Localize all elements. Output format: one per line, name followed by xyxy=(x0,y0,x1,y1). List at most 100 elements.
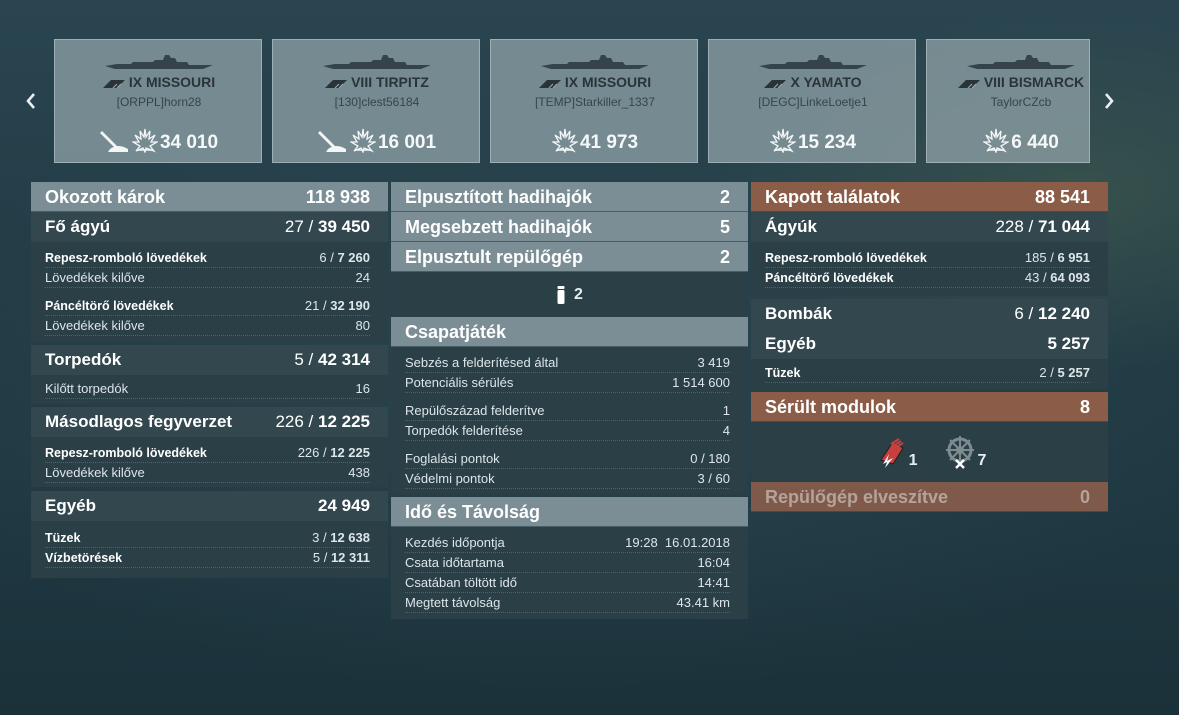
other-dealt-details: Tüzek 3 / 12 638 Vízbetörések 5 / 12 311 xyxy=(31,521,388,578)
ship-name: TIRPITZ xyxy=(376,74,429,90)
fire-hit-icon xyxy=(981,127,1011,158)
ship-damage-value: 15 234 xyxy=(797,131,857,153)
main-he-row: Repesz-romboló lövedékek 6 / 7 260 xyxy=(45,248,370,268)
other-dealt-value: 24 949 xyxy=(318,496,370,515)
torpedoes-details: Kilőtt torpedók 16 xyxy=(31,375,388,404)
defense-points-row: Védelmi pontok 3 / 60 xyxy=(405,469,730,489)
damaged-ships-row: Megsebzett hadihajók 5 xyxy=(391,212,748,242)
damage-dealt-header: Okozott károk 118 938 xyxy=(31,182,388,212)
battleship-class-icon xyxy=(102,76,125,92)
ship-title: VIII TIRPITZ xyxy=(273,74,481,92)
ship-name: MISSOURI xyxy=(145,74,216,90)
ribbon-line: 2 xyxy=(391,272,748,317)
fires-dealt-row: Tüzek 3 / 12 638 xyxy=(45,528,370,548)
spotting-damage-row: Sebzés a felderítésed által 3 419 xyxy=(405,353,730,373)
other-received-details: Tüzek 2 / 5 257 xyxy=(751,359,1108,389)
ship-damage-row: 15 234 xyxy=(709,127,917,158)
damage-dealt-value: 118 938 xyxy=(305,186,370,207)
player-name: [DEGC]LinkeLoetje1 xyxy=(758,95,868,109)
ship-tier: IX xyxy=(128,74,143,90)
ship-tier: VIII xyxy=(983,74,1005,90)
torpedoes-value: 5 / 42 314 xyxy=(294,350,370,369)
battleship-class-icon xyxy=(325,76,348,92)
guns-received-details: Repesz-romboló lövedékek 185 / 6 951 Pán… xyxy=(751,242,1108,296)
main-guns-details: Repesz-romboló lövedékek 6 / 7 260 Löved… xyxy=(31,242,388,342)
battleship-class-icon xyxy=(957,76,980,92)
fire-hit-icon xyxy=(130,127,160,158)
player-name: TaylorCZcb xyxy=(990,95,1052,109)
next-arrow-button[interactable] xyxy=(1098,88,1120,114)
torpedoes-spotted-row: Torpedók felderítése 4 xyxy=(405,421,730,441)
main-ap-fired-row: Lövedékek kilőve 80 xyxy=(45,316,370,336)
previous-arrow-button[interactable] xyxy=(20,88,42,114)
ship-damage-value: 34 010 xyxy=(159,131,219,153)
player-name: [TEMP]Starkiller_1337 xyxy=(534,95,656,109)
ship-tier: IX xyxy=(564,74,579,90)
ship-damage-row: 41 973 xyxy=(491,127,699,158)
flooding-dealt-row: Vízbetörések 5 / 12 311 xyxy=(45,548,370,568)
ship-card[interactable]: VIII BISMARCK TaylorCZcb 6 440 xyxy=(926,39,1090,163)
damage-dealt-label: Okozott károk xyxy=(45,186,166,207)
ship-tier: X xyxy=(790,74,800,90)
main-guns-label: Fő ágyú xyxy=(45,217,111,236)
destroyed-ships-row: Elpusztított hadihajók 2 xyxy=(391,182,748,212)
capture-points-row: Foglalási pontok 0 / 180 xyxy=(405,449,730,469)
secondary-section: Másodlagos fegyverzet 226 / 12 225 xyxy=(31,407,388,437)
ship-damage-value: 16 001 xyxy=(377,131,437,153)
ship-name: YAMATO xyxy=(803,74,862,90)
he-received-row: Repesz-romboló lövedékek 185 / 6 951 xyxy=(765,248,1090,268)
ship-damage-row: 6 440 xyxy=(927,127,1089,158)
ship-title: X YAMATO xyxy=(709,74,917,92)
secondary-he-row: Repesz-romboló lövedékek 226 / 12 225 xyxy=(45,443,370,463)
ship-card[interactable]: VIII TIRPITZ [130]clest56184 16 001 xyxy=(272,39,480,163)
player-name: [130]clest56184 xyxy=(334,95,420,109)
ship-card[interactable]: X YAMATO [DEGC]LinkeLoetje1 15 234 xyxy=(708,39,916,163)
squadrons-spotted-row: Repülőszázad felderítve 1 xyxy=(405,401,730,421)
destroyed-aircraft-row: Elpusztult repülőgép 2 xyxy=(391,242,748,272)
torpedo-hit-icon xyxy=(317,127,348,158)
distance-row: Megtett távolság 43.41 km xyxy=(405,593,730,613)
bombs-received-section: Bombák 6 / 12 240 xyxy=(751,299,1108,329)
secondary-value: 226 / 12 225 xyxy=(275,412,370,431)
fire-hit-icon xyxy=(768,127,798,158)
torpedoes-section: Torpedók 5 / 42 314 xyxy=(31,345,388,375)
ribbon-shell-icon xyxy=(557,285,565,304)
secondary-label: Másodlagos fegyverzet xyxy=(45,412,233,431)
ship-name: MISSOURI xyxy=(581,74,652,90)
start-time-row: Kezdés időpontja 19:28 16.01.2018 xyxy=(405,533,730,553)
damaged-modules-icons: 1 7 xyxy=(751,422,1108,482)
ship-card[interactable]: IX MISSOURI [ORPPL]horn28 34 010 xyxy=(54,39,262,163)
main-ap-row: Páncéltörő lövedékek 21 / 32 190 xyxy=(45,296,370,316)
fire-hit-icon xyxy=(550,127,580,158)
time-distance-details: Kezdés időpontja 19:28 16.01.2018 Csata i… xyxy=(391,527,748,619)
ship-title: IX MISSOURI xyxy=(55,74,263,92)
other-dealt-label: Egyéb xyxy=(45,496,97,515)
fire-hit-icon xyxy=(348,127,378,158)
torpedoes-fired-row: Kilőtt torpedók 16 xyxy=(45,379,370,399)
damage-dealt-column: Okozott károk 118 938 Fő ágyú 27 / 39 45… xyxy=(31,182,388,578)
chevron-left-icon xyxy=(26,93,35,109)
ship-damage-value: 6 440 xyxy=(1011,131,1059,153)
damage-received-column: Kapott találatok 88 541 Ágyúk 228 / 71 0… xyxy=(751,182,1108,512)
ribbon-count: 2 xyxy=(574,285,583,303)
aircraft-lost-row: Repülőgép elveszítve 0 xyxy=(751,482,1108,512)
chevron-right-icon xyxy=(1105,93,1114,109)
guns-received-section: Ágyúk 228 / 71 044 xyxy=(751,212,1108,242)
secondary-details: Repesz-romboló lövedékek 226 / 12 225 Lö… xyxy=(31,437,388,487)
damage-received-header: Kapott találatok 88 541 xyxy=(751,182,1108,212)
main-guns-section: Fő ágyú 27 / 39 450 xyxy=(31,212,388,242)
main-guns-value: 27 / 39 450 xyxy=(284,217,370,236)
ship-damage-row: 16 001 xyxy=(273,127,481,158)
time-distance-header: Idő és Távolság xyxy=(391,497,748,527)
secondary-fired-row: Lövedékek kilőve 438 xyxy=(45,463,370,483)
time-in-battle-row: Csatában töltött idő 14:41 xyxy=(405,573,730,593)
ship-tier: VIII xyxy=(351,74,373,90)
teamplay-details: Sebzés a felderítésed által 3 419 Potenci… xyxy=(391,347,748,495)
ship-card[interactable]: IX MISSOURI [TEMP]Starkiller_1337 41 973 xyxy=(490,39,698,163)
main-he-fired-row: Lövedékek kilőve 24 xyxy=(45,268,370,288)
torpedoes-label: Torpedók xyxy=(45,350,122,369)
ship-damage-row: 34 010 xyxy=(55,127,263,158)
ship-title: IX MISSOURI xyxy=(491,74,699,92)
battle-summary-column: Elpusztított hadihajók 2 Megsebzett hadi… xyxy=(391,182,748,619)
ship-name: BISMARCK xyxy=(1008,74,1085,90)
